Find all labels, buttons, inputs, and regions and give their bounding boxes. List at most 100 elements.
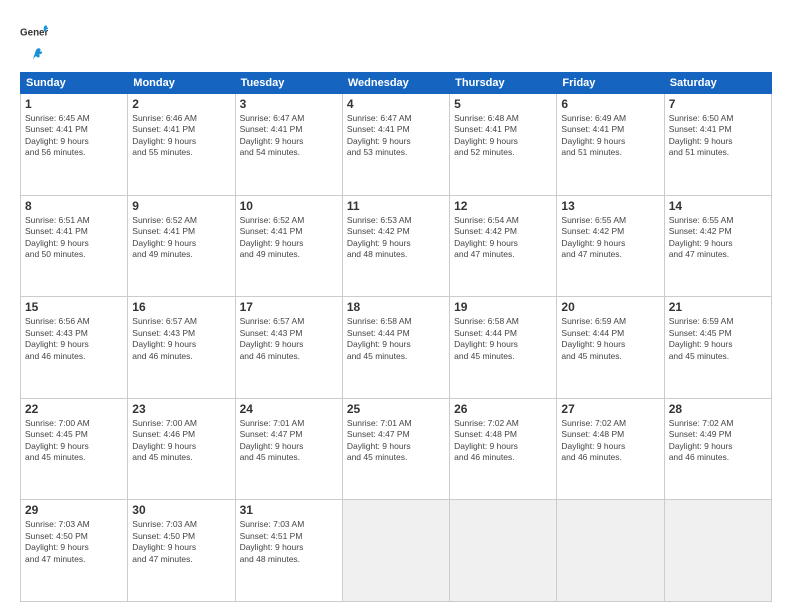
day-number: 11	[347, 199, 445, 213]
daylight-text-2: and 50 minutes.	[25, 249, 123, 260]
day-info: Sunrise: 7:02 AMSunset: 4:48 PMDaylight:…	[454, 418, 552, 464]
calendar-cell: 29 Sunrise: 7:03 AMSunset: 4:50 PMDayligh…	[21, 500, 128, 602]
daylight-text: Daylight: 9 hours	[132, 136, 230, 147]
weekday-header-tuesday: Tuesday	[235, 73, 342, 94]
weekday-header-sunday: Sunday	[21, 73, 128, 94]
logo-bird-icon	[22, 46, 44, 64]
day-info: Sunrise: 6:52 AMSunset: 4:41 PMDaylight:…	[132, 215, 230, 261]
calendar-cell: 2 Sunrise: 6:46 AMSunset: 4:41 PMDaylight…	[128, 94, 235, 196]
day-number: 29	[25, 503, 123, 517]
day-number: 24	[240, 402, 338, 416]
sunset-text: Sunset: 4:45 PM	[669, 328, 767, 339]
sunrise-text: Sunrise: 7:02 AM	[669, 418, 767, 429]
daylight-text: Daylight: 9 hours	[347, 238, 445, 249]
day-number: 28	[669, 402, 767, 416]
day-info: Sunrise: 6:58 AMSunset: 4:44 PMDaylight:…	[454, 316, 552, 362]
daylight-text-2: and 48 minutes.	[240, 554, 338, 565]
daylight-text-2: and 45 minutes.	[454, 351, 552, 362]
calendar-cell	[664, 500, 771, 602]
weekday-header-monday: Monday	[128, 73, 235, 94]
calendar-cell: 17Sunrise: 6:57 AMSunset: 4:43 PMDayligh…	[235, 297, 342, 399]
sunset-text: Sunset: 4:42 PM	[347, 226, 445, 237]
daylight-text: Daylight: 9 hours	[561, 238, 659, 249]
day-number: 30	[132, 503, 230, 517]
day-info: Sunrise: 7:03 AMSunset: 4:50 PMDaylight:…	[132, 519, 230, 565]
daylight-text-2: and 56 minutes.	[25, 147, 123, 158]
day-info: Sunrise: 6:57 AMSunset: 4:43 PMDaylight:…	[132, 316, 230, 362]
daylight-text: Daylight: 9 hours	[240, 542, 338, 553]
sunset-text: Sunset: 4:41 PM	[454, 124, 552, 135]
sunrise-text: Sunrise: 6:52 AM	[132, 215, 230, 226]
weekday-header-thursday: Thursday	[450, 73, 557, 94]
sunset-text: Sunset: 4:41 PM	[132, 226, 230, 237]
sunset-text: Sunset: 4:42 PM	[669, 226, 767, 237]
day-number: 8	[25, 199, 123, 213]
day-info: Sunrise: 6:49 AMSunset: 4:41 PMDaylight:…	[561, 113, 659, 159]
sunset-text: Sunset: 4:45 PM	[25, 429, 123, 440]
calendar-cell: 10Sunrise: 6:52 AMSunset: 4:41 PMDayligh…	[235, 195, 342, 297]
calendar-cell	[342, 500, 449, 602]
sunset-text: Sunset: 4:46 PM	[132, 429, 230, 440]
day-info: Sunrise: 6:47 AMSunset: 4:41 PMDaylight:…	[240, 113, 338, 159]
sunrise-text: Sunrise: 6:52 AM	[240, 215, 338, 226]
daylight-text-2: and 45 minutes.	[240, 452, 338, 463]
calendar-week-3: 15Sunrise: 6:56 AMSunset: 4:43 PMDayligh…	[21, 297, 772, 399]
day-info: Sunrise: 6:47 AMSunset: 4:41 PMDaylight:…	[347, 113, 445, 159]
sunrise-text: Sunrise: 7:00 AM	[132, 418, 230, 429]
sunrise-text: Sunrise: 7:03 AM	[132, 519, 230, 530]
daylight-text-2: and 52 minutes.	[454, 147, 552, 158]
sunrise-text: Sunrise: 6:58 AM	[347, 316, 445, 327]
daylight-text: Daylight: 9 hours	[561, 441, 659, 452]
sunrise-text: Sunrise: 6:57 AM	[240, 316, 338, 327]
sunrise-text: Sunrise: 6:50 AM	[669, 113, 767, 124]
day-number: 22	[25, 402, 123, 416]
daylight-text-2: and 45 minutes.	[25, 452, 123, 463]
calendar-cell: 30 Sunrise: 7:03 AMSunset: 4:50 PMDayligh…	[128, 500, 235, 602]
calendar-cell: 24 Sunrise: 7:01 AMSunset: 4:47 PMDayligh…	[235, 398, 342, 500]
sunset-text: Sunset: 4:43 PM	[25, 328, 123, 339]
calendar-cell: 1Sunrise: 6:45 AMSunset: 4:41 PMDaylight…	[21, 94, 128, 196]
sunset-text: Sunset: 4:44 PM	[561, 328, 659, 339]
daylight-text: Daylight: 9 hours	[132, 238, 230, 249]
daylight-text: Daylight: 9 hours	[454, 441, 552, 452]
sunrise-text: Sunrise: 6:55 AM	[561, 215, 659, 226]
day-number: 18	[347, 300, 445, 314]
daylight-text: Daylight: 9 hours	[132, 441, 230, 452]
day-info: Sunrise: 6:46 AMSunset: 4:41 PMDaylight:…	[132, 113, 230, 159]
day-number: 2	[132, 97, 230, 111]
daylight-text-2: and 53 minutes.	[347, 147, 445, 158]
sunrise-text: Sunrise: 6:58 AM	[454, 316, 552, 327]
sunset-text: Sunset: 4:44 PM	[454, 328, 552, 339]
daylight-text: Daylight: 9 hours	[669, 136, 767, 147]
day-number: 13	[561, 199, 659, 213]
day-number: 23	[132, 402, 230, 416]
calendar-cell: 7Sunrise: 6:50 AMSunset: 4:41 PMDaylight…	[664, 94, 771, 196]
sunset-text: Sunset: 4:47 PM	[240, 429, 338, 440]
day-number: 12	[454, 199, 552, 213]
daylight-text-2: and 45 minutes.	[132, 452, 230, 463]
daylight-text: Daylight: 9 hours	[454, 136, 552, 147]
day-info: Sunrise: 7:01 AMSunset: 4:47 PMDaylight:…	[240, 418, 338, 464]
sunset-text: Sunset: 4:50 PM	[132, 531, 230, 542]
sunset-text: Sunset: 4:41 PM	[561, 124, 659, 135]
day-info: Sunrise: 6:50 AMSunset: 4:41 PMDaylight:…	[669, 113, 767, 159]
sunset-text: Sunset: 4:44 PM	[347, 328, 445, 339]
calendar-cell: 21Sunrise: 6:59 AMSunset: 4:45 PMDayligh…	[664, 297, 771, 399]
daylight-text-2: and 46 minutes.	[669, 452, 767, 463]
sunrise-text: Sunrise: 6:57 AM	[132, 316, 230, 327]
daylight-text: Daylight: 9 hours	[25, 339, 123, 350]
day-number: 25	[347, 402, 445, 416]
calendar-cell: 20Sunrise: 6:59 AMSunset: 4:44 PMDayligh…	[557, 297, 664, 399]
daylight-text-2: and 47 minutes.	[132, 554, 230, 565]
sunset-text: Sunset: 4:41 PM	[25, 226, 123, 237]
daylight-text-2: and 45 minutes.	[669, 351, 767, 362]
sunset-text: Sunset: 4:42 PM	[561, 226, 659, 237]
calendar-cell: 23 Sunrise: 7:00 AMSunset: 4:46 PMDayligh…	[128, 398, 235, 500]
logo: General	[20, 18, 48, 64]
daylight-text: Daylight: 9 hours	[669, 238, 767, 249]
day-info: Sunrise: 7:03 AMSunset: 4:50 PMDaylight:…	[25, 519, 123, 565]
weekday-header-wednesday: Wednesday	[342, 73, 449, 94]
daylight-text: Daylight: 9 hours	[561, 339, 659, 350]
sunrise-text: Sunrise: 6:55 AM	[669, 215, 767, 226]
day-info: Sunrise: 7:02 AMSunset: 4:48 PMDaylight:…	[561, 418, 659, 464]
